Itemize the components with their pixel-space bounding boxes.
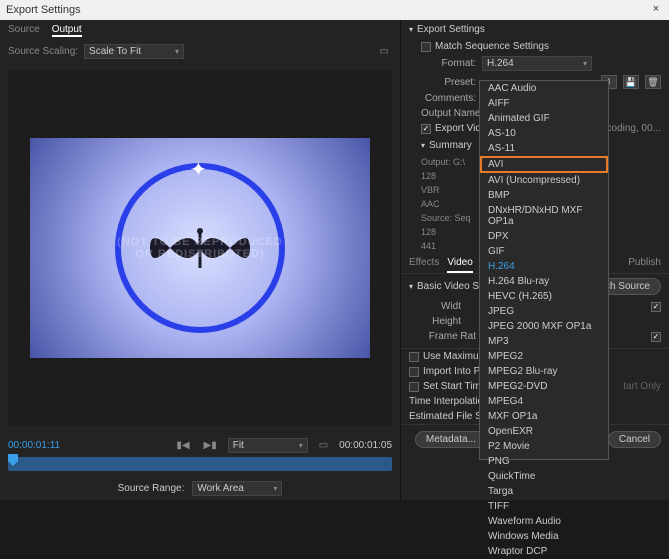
format-option[interactable]: MPEG2 bbox=[480, 349, 608, 364]
crop-icon[interactable]: ▭ bbox=[377, 46, 392, 57]
format-option[interactable]: AS-11 bbox=[480, 141, 608, 156]
time-controls: 00:00:01:11 ▮◀ ▶▮ Fit ▾ ▭ 00:00:01:05 bbox=[0, 434, 400, 457]
format-select[interactable]: H.264 ▾ bbox=[482, 56, 592, 71]
format-option[interactable]: GIF bbox=[480, 244, 608, 259]
collapse-icon: ▾ bbox=[409, 282, 413, 291]
format-row: Format: H.264 ▾ bbox=[401, 54, 669, 73]
width-link-checkbox[interactable] bbox=[651, 302, 661, 312]
format-option[interactable]: DNxHR/DNxHD MXF OP1a bbox=[480, 203, 608, 229]
format-option[interactable]: QuickTime bbox=[480, 469, 608, 484]
format-option[interactable]: MPEG2-DVD bbox=[480, 379, 608, 394]
format-option[interactable]: Waveform Audio bbox=[480, 514, 608, 529]
format-option[interactable]: JPEG bbox=[480, 304, 608, 319]
format-option[interactable]: H.264 Blu-ray bbox=[480, 274, 608, 289]
tab-video[interactable]: Video bbox=[447, 257, 472, 273]
chevron-down-icon: ▾ bbox=[299, 441, 303, 450]
prev-frame-icon[interactable]: ▮◀ bbox=[173, 440, 192, 451]
preview-area: (NOT TO BE REPRODUCED OR REDISTRIBUTED) bbox=[8, 70, 392, 426]
source-range-row: Source Range: Work Area ▾ bbox=[0, 477, 400, 500]
window-title: Export Settings bbox=[6, 4, 81, 16]
tab-publish[interactable]: Publish bbox=[628, 257, 661, 273]
format-option[interactable]: Targa bbox=[480, 484, 608, 499]
format-option[interactable]: PNG bbox=[480, 454, 608, 469]
chevron-down-icon: ▾ bbox=[175, 47, 179, 56]
export-video-checkbox[interactable] bbox=[421, 124, 431, 134]
format-option[interactable]: MXF OP1a bbox=[480, 409, 608, 424]
timeline-track[interactable] bbox=[8, 457, 392, 471]
format-option[interactable]: TIFF bbox=[480, 499, 608, 514]
tab-source[interactable]: Source bbox=[8, 24, 40, 37]
source-range-label: Source Range: bbox=[118, 483, 185, 494]
timeline[interactable] bbox=[0, 457, 400, 477]
collapse-icon: ▾ bbox=[409, 25, 413, 34]
format-option[interactable]: OpenEXR bbox=[480, 424, 608, 439]
left-tabs: Source Output bbox=[0, 20, 400, 41]
format-dropdown[interactable]: AAC AudioAIFFAnimated GIFAS-10AS-11AVIAV… bbox=[479, 80, 609, 460]
source-scaling-select[interactable]: Scale To Fit ▾ bbox=[84, 44, 184, 59]
use-max-checkbox[interactable] bbox=[409, 352, 419, 362]
close-icon[interactable]: × bbox=[649, 3, 663, 17]
format-option[interactable]: H.264 bbox=[480, 259, 608, 274]
watermark-text: (NOT TO BE REPRODUCED OR REDISTRIBUTED) bbox=[117, 236, 283, 260]
tab-effects[interactable]: Effects bbox=[409, 257, 439, 273]
preview-content: (NOT TO BE REPRODUCED OR REDISTRIBUTED) bbox=[30, 138, 370, 358]
timecode-left[interactable]: 00:00:01:11 bbox=[8, 440, 60, 451]
aspect-icon[interactable]: ▭ bbox=[316, 440, 331, 451]
playhead[interactable] bbox=[8, 454, 18, 466]
format-option[interactable]: AS-10 bbox=[480, 126, 608, 141]
format-option[interactable]: DPX bbox=[480, 229, 608, 244]
set-start-checkbox[interactable] bbox=[409, 382, 419, 392]
titlebar: Export Settings × bbox=[0, 0, 669, 20]
delete-preset-icon[interactable]: 🗑 bbox=[645, 75, 661, 89]
next-frame-icon[interactable]: ▶▮ bbox=[201, 440, 220, 451]
match-sequence-checkbox[interactable] bbox=[421, 42, 431, 52]
zoom-select[interactable]: Fit ▾ bbox=[228, 438, 308, 453]
import-proj-checkbox[interactable] bbox=[409, 367, 419, 377]
cancel-button[interactable]: Cancel bbox=[608, 431, 661, 448]
source-range-select[interactable]: Work Area ▾ bbox=[192, 481, 282, 496]
format-option[interactable]: AVI (Uncompressed) bbox=[480, 173, 608, 188]
match-sequence-row: Match Sequence Settings bbox=[401, 39, 669, 54]
framerate-link-checkbox[interactable] bbox=[651, 332, 661, 342]
format-option[interactable]: P2 Movie bbox=[480, 439, 608, 454]
format-option[interactable]: JPEG 2000 MXF OP1a bbox=[480, 319, 608, 334]
collapse-icon: ▾ bbox=[421, 141, 425, 150]
export-settings-header[interactable]: ▾ Export Settings bbox=[401, 20, 669, 39]
format-option[interactable]: MP3 bbox=[480, 334, 608, 349]
format-option[interactable]: AAC Audio bbox=[480, 81, 608, 96]
format-option[interactable]: AVI bbox=[480, 156, 608, 173]
format-option[interactable]: BMP bbox=[480, 188, 608, 203]
source-scaling-label: Source Scaling: bbox=[8, 46, 78, 57]
source-scaling-row: Source Scaling: Scale To Fit ▾ ▭ bbox=[0, 41, 400, 62]
tab-output[interactable]: Output bbox=[52, 24, 82, 37]
chevron-down-icon: ▾ bbox=[583, 59, 587, 68]
timecode-right[interactable]: 00:00:01:05 bbox=[339, 440, 392, 451]
format-option[interactable]: HEVC (H.265) bbox=[480, 289, 608, 304]
star-icon bbox=[190, 157, 210, 177]
format-option[interactable]: Windows Media bbox=[480, 529, 608, 544]
save-preset-icon[interactable]: 💾 bbox=[623, 75, 639, 89]
left-panel: Source Output Source Scaling: Scale To F… bbox=[0, 20, 400, 500]
format-option[interactable]: AIFF bbox=[480, 96, 608, 111]
metadata-button[interactable]: Metadata... bbox=[415, 431, 487, 448]
chevron-down-icon: ▾ bbox=[273, 484, 277, 493]
format-option[interactable]: Animated GIF bbox=[480, 111, 608, 126]
format-option[interactable]: MPEG2 Blu-ray bbox=[480, 364, 608, 379]
format-option[interactable]: Wraptor DCP bbox=[480, 544, 608, 559]
format-option[interactable]: MPEG4 bbox=[480, 394, 608, 409]
